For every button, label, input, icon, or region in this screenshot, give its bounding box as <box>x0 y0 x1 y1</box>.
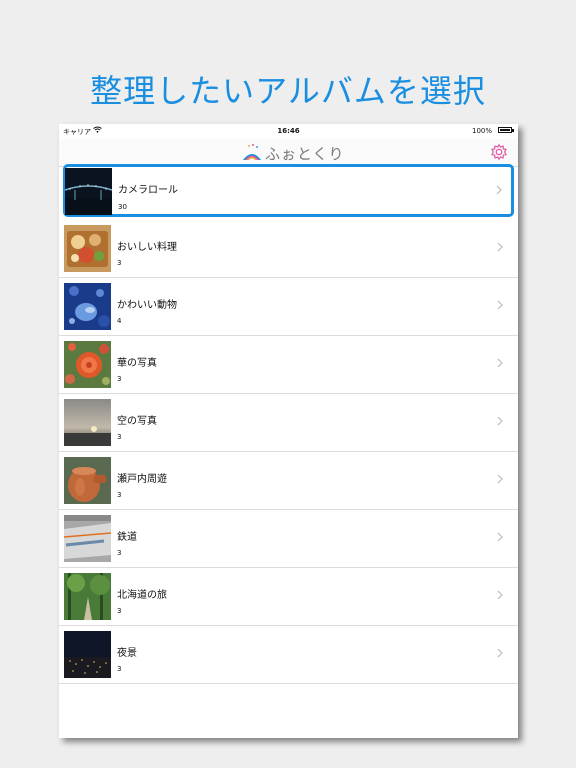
album-title: 北海道の旅 <box>117 590 167 601</box>
album-title: 鉄道 <box>117 532 137 543</box>
album-row-food[interactable]: おいしい料理 3 <box>59 220 518 278</box>
rainbow-logo-icon <box>243 144 261 160</box>
chevron-right-icon <box>497 300 503 310</box>
album-row-setouchi[interactable]: 瀬戸内周遊 3 <box>59 452 518 510</box>
gear-icon[interactable] <box>490 143 508 161</box>
status-bar: キャリア 16:46 100% <box>59 124 518 139</box>
chevron-right-icon <box>497 474 503 484</box>
album-row-sky[interactable]: 空の写真 3 <box>59 394 518 452</box>
chevron-right-icon <box>497 358 503 368</box>
album-thumbnail <box>65 168 112 215</box>
album-row-night-view[interactable]: 夜景 3 <box>59 626 518 684</box>
album-row-flowers[interactable]: 華の写真 3 <box>59 336 518 394</box>
album-row-animals[interactable]: かわいい動物 4 <box>59 278 518 336</box>
battery-percent: 100% <box>471 127 492 135</box>
album-title: 瀬戸内周遊 <box>117 474 167 485</box>
album-count: 3 <box>117 665 122 673</box>
album-title: かわいい動物 <box>117 300 177 311</box>
album-thumbnail <box>64 515 111 562</box>
chevron-right-icon <box>497 648 503 658</box>
device-screen: キャリア 16:46 100% ふぉとくり カメラロール 30 おいしい料理 3… <box>59 124 518 738</box>
album-thumbnail <box>64 341 111 388</box>
album-title: 夜景 <box>117 648 137 659</box>
album-row-camera-roll[interactable]: カメラロール 30 <box>63 164 514 217</box>
chevron-right-icon <box>497 590 503 600</box>
album-row-railway[interactable]: 鉄道 3 <box>59 510 518 568</box>
chevron-right-icon <box>497 242 503 252</box>
headline: 整理したいアルバムを選択 <box>90 72 486 110</box>
album-count: 3 <box>117 607 122 615</box>
chevron-right-icon <box>496 185 502 195</box>
album-thumbnail <box>64 399 111 446</box>
logo-text: ふぉとくり <box>265 144 345 163</box>
album-count: 4 <box>117 317 122 325</box>
album-count: 3 <box>117 433 122 441</box>
album-count: 3 <box>117 375 122 383</box>
album-thumbnail <box>64 457 111 504</box>
chevron-right-icon <box>497 416 503 426</box>
album-count: 3 <box>117 491 122 499</box>
nav-bar: ふぉとくり <box>59 139 518 167</box>
album-count: 3 <box>117 549 122 557</box>
album-title: おいしい料理 <box>117 242 177 253</box>
album-count: 30 <box>118 203 127 211</box>
album-thumbnail <box>64 631 111 678</box>
album-count: 3 <box>117 259 122 267</box>
app-logo: ふぉとくり <box>241 142 345 164</box>
battery-icon <box>498 127 512 133</box>
album-thumbnail <box>64 283 111 330</box>
album-list: カメラロール 30 おいしい料理 3 かわいい動物 4 華の写真 3 空の写真 … <box>59 164 518 684</box>
status-time: 16:46 <box>277 127 300 135</box>
album-row-hokkaido[interactable]: 北海道の旅 3 <box>59 568 518 626</box>
battery-tip <box>512 129 514 132</box>
album-title: 華の写真 <box>117 358 157 369</box>
album-title: カメラロール <box>118 185 178 196</box>
album-thumbnail <box>64 573 111 620</box>
chevron-right-icon <box>497 532 503 542</box>
album-thumbnail <box>64 225 111 272</box>
album-title: 空の写真 <box>117 416 157 427</box>
